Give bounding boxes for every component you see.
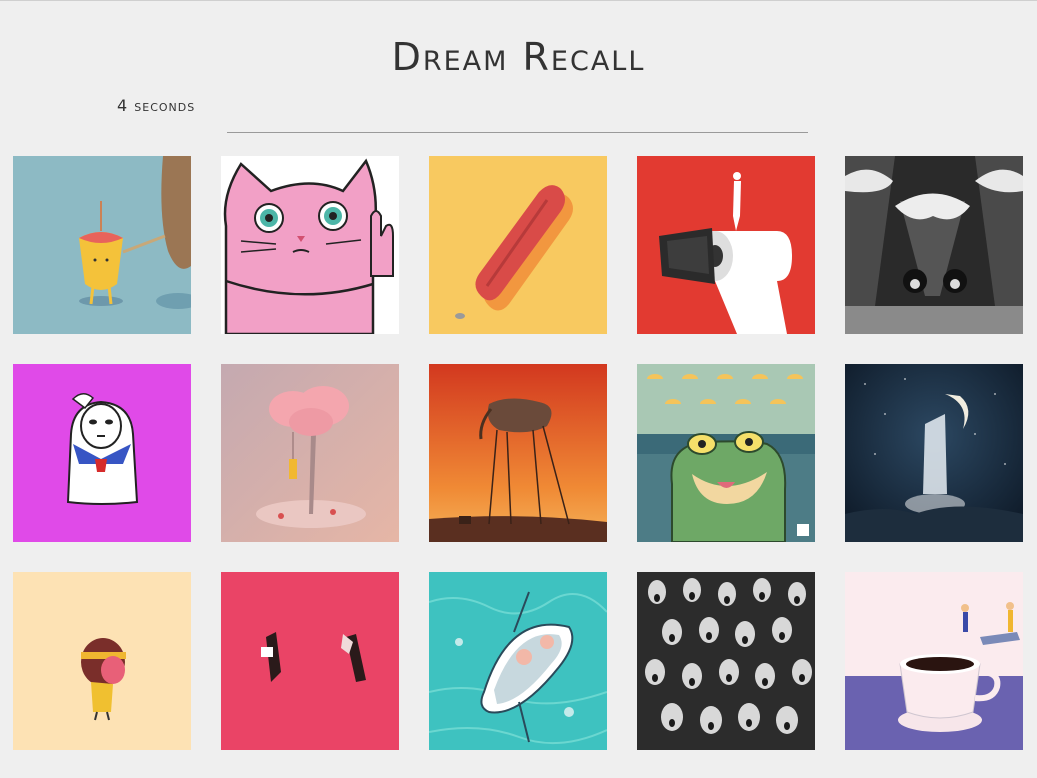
coffee-cup-image bbox=[845, 572, 1023, 750]
crowd-faces-image bbox=[637, 572, 815, 750]
tile-girl-headband[interactable] bbox=[13, 572, 191, 750]
divider bbox=[227, 132, 808, 133]
pink-tree-image bbox=[221, 364, 399, 542]
toilet-paper-image bbox=[637, 156, 815, 334]
page-title: Dream Recall bbox=[391, 35, 646, 79]
ice-cream-cartoon-image bbox=[845, 156, 1023, 334]
tile-no-face-sailor[interactable] bbox=[13, 364, 191, 542]
tile-ice-cream-cartoon[interactable] bbox=[845, 156, 1023, 334]
tile-crowd-faces[interactable] bbox=[637, 572, 815, 750]
pink-cat-image bbox=[221, 156, 399, 334]
tile-coffee-cup[interactable] bbox=[845, 572, 1023, 750]
tile-pink-cat[interactable] bbox=[221, 156, 399, 334]
tile-elephant-painting[interactable] bbox=[429, 364, 607, 542]
tile-rowboat[interactable] bbox=[429, 572, 607, 750]
tile-sausage[interactable] bbox=[429, 156, 607, 334]
tile-pink-tree[interactable] bbox=[221, 364, 399, 542]
frog-image bbox=[637, 364, 815, 542]
moon-waterfall-image bbox=[845, 364, 1023, 542]
tile-yellow-creature[interactable] bbox=[13, 156, 191, 334]
two-figures-image bbox=[221, 572, 399, 750]
tile-two-figures[interactable] bbox=[221, 572, 399, 750]
girl-headband-image bbox=[13, 572, 191, 750]
rowboat-image bbox=[429, 572, 607, 750]
elephant-painting-image bbox=[429, 364, 607, 542]
tile-moon-waterfall[interactable] bbox=[845, 364, 1023, 542]
no-face-sailor-image bbox=[13, 364, 191, 542]
timer-label: 4 seconds bbox=[117, 96, 196, 115]
yellow-creature-image bbox=[13, 156, 191, 334]
tile-toilet-paper[interactable] bbox=[637, 156, 815, 334]
sausage-image bbox=[429, 156, 607, 334]
tile-frog[interactable] bbox=[637, 364, 815, 542]
